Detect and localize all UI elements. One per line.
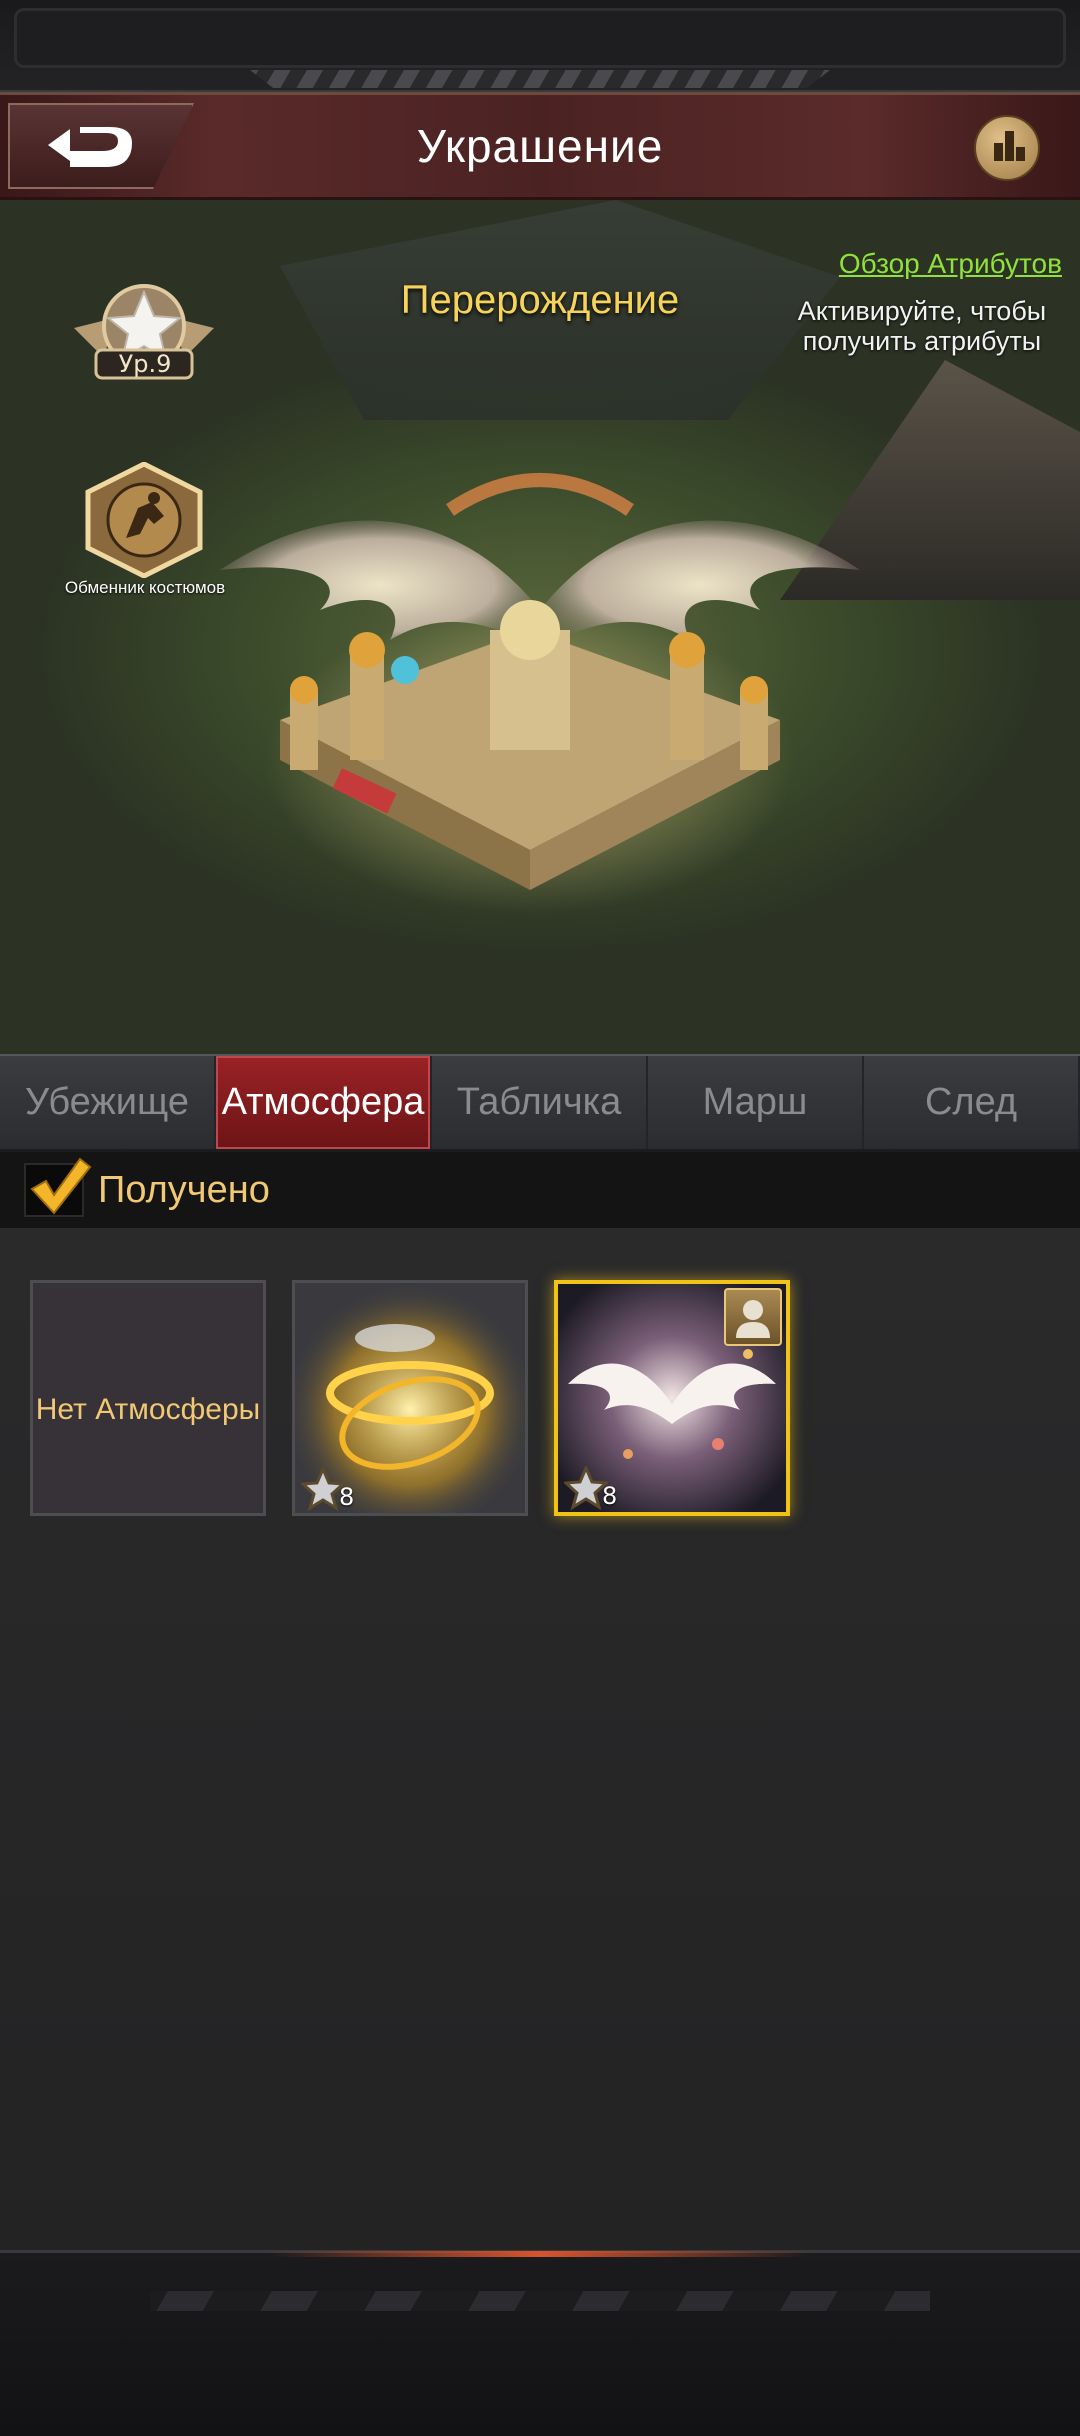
tab-nameplate[interactable]: Табличка bbox=[432, 1056, 648, 1149]
header-bar: Украшение bbox=[0, 92, 1080, 200]
tab-atmosphere[interactable]: Атмосфера bbox=[216, 1056, 432, 1149]
stats-button[interactable] bbox=[974, 115, 1040, 181]
checkmark-icon bbox=[30, 1157, 92, 1215]
received-filter-row: Получено bbox=[0, 1152, 1080, 1228]
equipped-user-icon bbox=[724, 1288, 782, 1346]
star-count: 8 bbox=[602, 1482, 618, 1510]
received-checkbox[interactable] bbox=[24, 1157, 92, 1217]
aura-grid: Нет Атмосферы 8 8 bbox=[0, 1228, 1080, 2250]
tab-trail[interactable]: След bbox=[864, 1056, 1080, 1149]
level-label: Ур.9 bbox=[118, 350, 172, 378]
top-frame bbox=[0, 0, 1080, 92]
costume-exchange-label: Обменник костюмов bbox=[64, 578, 226, 597]
castle-building bbox=[280, 600, 780, 890]
preview-scene: Перерождение Обзор Атрибутов Активируйте… bbox=[0, 200, 1080, 1054]
bottom-frame bbox=[0, 2250, 1080, 2436]
top-frame-panel bbox=[14, 8, 1066, 68]
star-rating: 8 bbox=[564, 1466, 617, 1510]
attributes-hint: Активируйте, чтобы получить атрибуты bbox=[797, 296, 1047, 356]
no-aura-label: Нет Атмосферы bbox=[35, 1393, 261, 1426]
category-tabs: Убежище Атмосфера Табличка Марш След bbox=[0, 1054, 1080, 1152]
page-title: Украшение bbox=[416, 120, 664, 172]
star-count: 8 bbox=[339, 1483, 355, 1511]
received-label: Получено bbox=[98, 1168, 270, 1211]
bottom-stripes bbox=[150, 2291, 930, 2311]
aura-name-label: Перерождение bbox=[400, 278, 680, 322]
aura-item-golden-swirl[interactable]: 8 bbox=[292, 1280, 528, 1516]
bottom-glow bbox=[270, 2251, 810, 2257]
aura-item-none[interactable]: Нет Атмосферы bbox=[30, 1280, 266, 1516]
hazard-stripes bbox=[250, 70, 830, 88]
tab-shelter[interactable]: Убежище bbox=[0, 1056, 216, 1149]
costume-exchange-icon[interactable] bbox=[82, 462, 206, 578]
tab-march[interactable]: Марш bbox=[648, 1056, 864, 1149]
aura-item-angel-wings[interactable]: 8 bbox=[554, 1280, 790, 1516]
star-rating: 8 bbox=[301, 1467, 354, 1511]
attributes-overview-link[interactable]: Обзор Атрибутов bbox=[839, 248, 1062, 280]
